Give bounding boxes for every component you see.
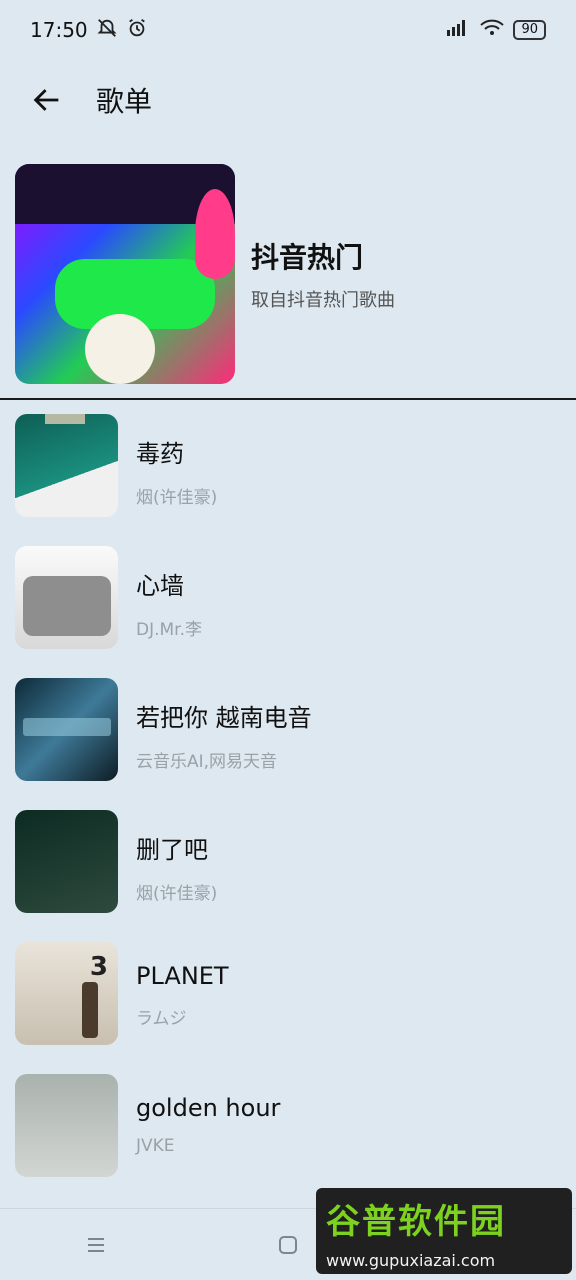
header: 歌单 bbox=[0, 70, 576, 130]
playlist-title: 抖音热门 bbox=[251, 241, 364, 274]
menu-icon bbox=[88, 1237, 104, 1252]
song-row[interactable]: 毒药 烟(许佳豪) bbox=[0, 414, 576, 546]
song-row[interactable]: 若把你 越南电音 云音乐AI,网易天音 bbox=[0, 678, 576, 810]
mute-icon bbox=[96, 17, 118, 44]
song-cover bbox=[15, 1074, 118, 1177]
playlist-info: 抖音热门 取自抖音热门歌曲 bbox=[251, 236, 395, 312]
song-cover bbox=[15, 546, 118, 649]
alarm-icon bbox=[126, 17, 148, 44]
song-artist: 云音乐AI,网易天音 bbox=[136, 752, 278, 772]
watermark-title: 谷普软件园 bbox=[326, 1202, 506, 1242]
song-title: 若把你 越南电音 bbox=[136, 704, 312, 732]
status-bar: 17:50 90 bbox=[0, 0, 576, 60]
cover-number: 3 bbox=[89, 952, 108, 982]
song-artist: DJ.Mr.李 bbox=[136, 620, 203, 640]
status-time: 17:50 bbox=[30, 18, 88, 42]
song-list: 毒药 烟(许佳豪) 心墙 DJ.Mr.李 若把你 越南电音 云音乐AI,网易天音… bbox=[0, 414, 576, 1206]
song-artist: ラムジ bbox=[136, 1009, 187, 1029]
home-button[interactable] bbox=[258, 1215, 318, 1275]
song-cover bbox=[15, 810, 118, 913]
playlist-header: 抖音热门 取自抖音热门歌曲 bbox=[15, 164, 561, 384]
playlist-subtitle: 取自抖音热门歌曲 bbox=[251, 290, 395, 311]
song-cover bbox=[15, 678, 118, 781]
back-arrow-icon bbox=[33, 89, 59, 111]
song-title: 毒药 bbox=[136, 440, 184, 468]
song-title: golden hour bbox=[136, 1094, 281, 1122]
song-cover: 3 bbox=[15, 942, 118, 1045]
watermark: 谷普软件园 www.gupuxiazai.com bbox=[316, 1188, 572, 1274]
recent-apps-button[interactable] bbox=[66, 1215, 126, 1275]
back-button[interactable] bbox=[12, 70, 82, 130]
song-title: PLANET bbox=[136, 962, 229, 990]
song-cover bbox=[15, 414, 118, 517]
song-row[interactable]: golden hour JVKE bbox=[0, 1074, 576, 1206]
wifi-icon bbox=[479, 18, 505, 42]
song-title: 删了吧 bbox=[136, 836, 208, 864]
song-artist: 烟(许佳豪) bbox=[136, 488, 218, 508]
home-icon bbox=[279, 1235, 297, 1254]
battery-indicator: 90 bbox=[513, 20, 546, 40]
playlist-cover[interactable] bbox=[15, 164, 235, 384]
song-row[interactable]: 删了吧 烟(许佳豪) bbox=[0, 810, 576, 942]
song-artist: 烟(许佳豪) bbox=[136, 884, 218, 904]
song-row[interactable]: 3 PLANET ラムジ bbox=[0, 942, 576, 1074]
watermark-url: www.gupuxiazai.com bbox=[326, 1251, 496, 1270]
song-title: 心墙 bbox=[136, 572, 184, 600]
song-artist: JVKE bbox=[136, 1136, 175, 1156]
page-title: 歌单 bbox=[96, 85, 153, 118]
status-left: 17:50 bbox=[30, 17, 148, 44]
status-right: 90 bbox=[445, 18, 546, 42]
song-row[interactable]: 心墙 DJ.Mr.李 bbox=[0, 546, 576, 678]
signal-icon bbox=[445, 18, 471, 42]
divider bbox=[0, 398, 576, 400]
